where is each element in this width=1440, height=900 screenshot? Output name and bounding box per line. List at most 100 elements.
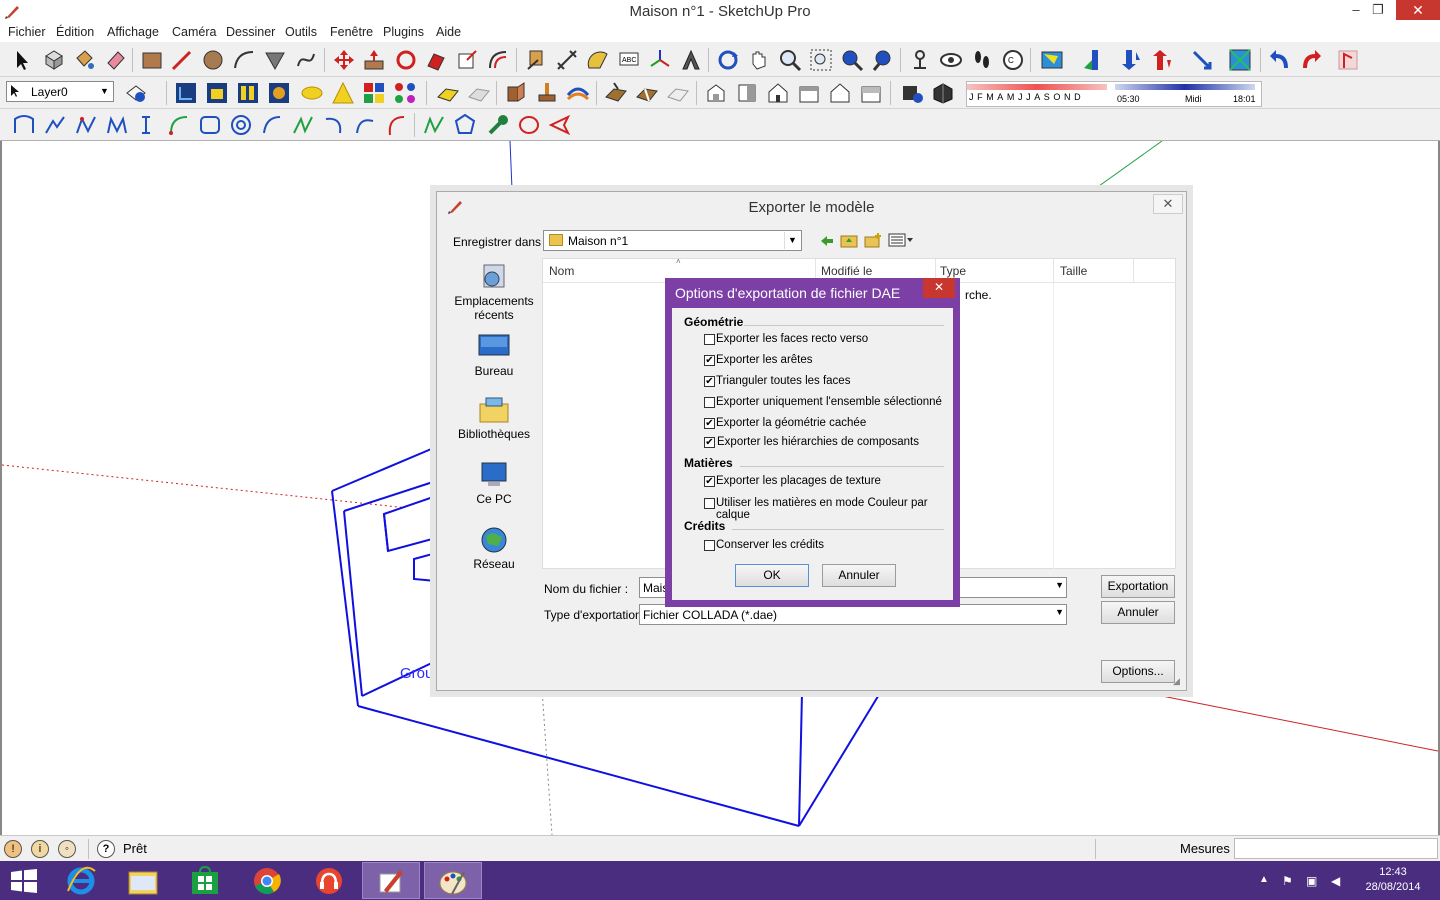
- arc-curve-icon[interactable]: [167, 113, 191, 137]
- share-component-icon[interactable]: [1190, 48, 1214, 72]
- new-folder-icon[interactable]: [864, 232, 882, 248]
- measures-input[interactable]: [1234, 838, 1438, 859]
- rectangle-tool-icon[interactable]: [140, 48, 164, 72]
- taskbar-ie[interactable]: [52, 862, 110, 899]
- push-pull-icon[interactable]: [362, 48, 386, 72]
- zoom-extents-icon[interactable]: [840, 48, 864, 72]
- polygon-curve-icon[interactable]: [453, 113, 477, 137]
- arrow-shape-icon[interactable]: [548, 113, 572, 137]
- checkbox-preserve-credits[interactable]: [704, 540, 715, 551]
- taskbar-store[interactable]: [176, 862, 234, 899]
- place-this-pc[interactable]: Ce PC: [449, 461, 539, 506]
- menu-edition[interactable]: Édition: [56, 25, 94, 39]
- menu-outils[interactable]: Outils: [285, 25, 317, 39]
- polyline-curve-icon[interactable]: [43, 113, 67, 137]
- ok-button[interactable]: OK: [735, 564, 809, 587]
- close-icon[interactable]: ✕: [1153, 194, 1183, 214]
- taskbar-paint[interactable]: [424, 862, 482, 899]
- arc-segment-icon[interactable]: [260, 113, 284, 137]
- taskbar-explorer[interactable]: [114, 862, 172, 899]
- resize-grip-icon[interactable]: ◢: [1173, 676, 1180, 687]
- 3d-text-icon[interactable]: [679, 48, 703, 72]
- add-detail-icon[interactable]: [604, 81, 628, 105]
- wrench-icon[interactable]: [486, 113, 510, 137]
- spline-curve-icon[interactable]: [74, 113, 98, 137]
- make-component-icon[interactable]: [42, 48, 66, 72]
- look-around-icon[interactable]: [939, 48, 963, 72]
- action-center-flag-icon[interactable]: ⚑: [1282, 874, 1293, 888]
- column-modified[interactable]: Modifié le: [821, 264, 872, 278]
- materials-icon[interactable]: [362, 81, 386, 105]
- follow-me-icon[interactable]: [424, 48, 448, 72]
- styles-xray-icon[interactable]: [174, 81, 198, 105]
- freehand-tool-icon[interactable]: [294, 48, 318, 72]
- shadows-icon[interactable]: [300, 81, 324, 105]
- checkbox-hidden-geometry[interactable]: ✔: [704, 418, 715, 429]
- place-libraries[interactable]: Bibliothèques: [449, 396, 539, 441]
- position-camera-icon[interactable]: [908, 48, 932, 72]
- checkbox-component-hierarchies[interactable]: ✔: [704, 437, 715, 448]
- get-models-icon[interactable]: [1120, 48, 1144, 72]
- scale-tool-icon[interactable]: [455, 48, 479, 72]
- section-plane-icon[interactable]: C: [1001, 48, 1025, 72]
- stamp-icon[interactable]: [535, 81, 559, 105]
- cancel-button[interactable]: Annuler: [1101, 601, 1175, 624]
- menu-camera[interactable]: Caméra: [172, 25, 216, 39]
- hook-curve-icon[interactable]: [322, 113, 346, 137]
- geo-location-icon[interactable]: !: [4, 840, 22, 858]
- sandbox-contours-icon[interactable]: [436, 81, 460, 105]
- move-tool-icon[interactable]: [332, 48, 356, 72]
- dimension-tool-icon[interactable]: [555, 48, 579, 72]
- network-tray-icon[interactable]: ▣: [1306, 874, 1317, 888]
- view-front-icon[interactable]: [766, 81, 790, 105]
- checkbox-double-sided[interactable]: [704, 334, 715, 345]
- previous-view-icon[interactable]: [871, 48, 895, 72]
- eraser-icon[interactable]: [104, 48, 128, 72]
- options-button[interactable]: Options...: [1101, 660, 1175, 683]
- taskbar-sketchup[interactable]: [362, 862, 420, 899]
- paint-bucket-icon[interactable]: [72, 48, 96, 72]
- restore-button[interactable]: ❐: [1364, 0, 1392, 20]
- flip-edge-alt-icon[interactable]: [666, 81, 690, 105]
- show-hidden-icons[interactable]: ▲: [1259, 874, 1269, 885]
- color-palette-icon[interactable]: [393, 81, 417, 105]
- select-tool-icon[interactable]: [10, 48, 34, 72]
- volume-icon[interactable]: ◀: [1331, 874, 1340, 888]
- windows-start-icon[interactable]: [10, 869, 38, 893]
- place-desktop[interactable]: Bureau: [449, 333, 539, 378]
- fog-icon[interactable]: [331, 81, 355, 105]
- view-iso-icon[interactable]: [704, 81, 728, 105]
- offset-tool-icon[interactable]: [486, 48, 510, 72]
- export-type-select[interactable]: Fichier COLLADA (*.dae) ▼: [639, 604, 1067, 625]
- checkbox-texture-maps[interactable]: ✔: [704, 476, 715, 487]
- column-name[interactable]: Nom: [549, 264, 574, 278]
- model-info-icon[interactable]: [1336, 48, 1360, 72]
- place-network[interactable]: Réseau: [449, 526, 539, 571]
- shadow-time-slider[interactable]: JFMAMJJASOND 05:30 Midi 18:01: [966, 81, 1262, 107]
- cubic-curve-icon[interactable]: [105, 113, 129, 137]
- rounded-rect-icon[interactable]: [198, 113, 222, 137]
- arc-tool-icon[interactable]: [232, 48, 256, 72]
- flip-edge-icon[interactable]: [635, 81, 659, 105]
- protractor-icon[interactable]: [586, 48, 610, 72]
- view-right-icon[interactable]: [797, 81, 821, 105]
- dae-cancel-button[interactable]: Annuler: [822, 564, 896, 587]
- menu-affichage[interactable]: Affichage: [107, 25, 159, 39]
- polygon-tool-icon[interactable]: [263, 48, 287, 72]
- share-model-icon[interactable]: [1151, 48, 1175, 72]
- sandbox-scratch-icon[interactable]: [467, 81, 491, 105]
- menu-plugins[interactable]: Plugins: [383, 25, 424, 39]
- view-top-icon[interactable]: [735, 81, 759, 105]
- up-folder-icon[interactable]: [840, 232, 858, 248]
- layer-manager-icon[interactable]: [124, 81, 148, 105]
- zoom-icon[interactable]: [778, 48, 802, 72]
- view-back-icon[interactable]: [828, 81, 852, 105]
- google-earth-snapshot-icon[interactable]: [1040, 48, 1064, 72]
- checkbox-triangulate[interactable]: ✔: [704, 376, 715, 387]
- view-menu-icon[interactable]: [888, 232, 914, 248]
- checkbox-selection-only[interactable]: [704, 397, 715, 408]
- checkbox-color-by-layer[interactable]: [704, 498, 715, 509]
- text-tool-icon[interactable]: ABC: [617, 48, 641, 72]
- layer-select[interactable]: Layer0 ▼: [6, 81, 114, 102]
- redo-icon[interactable]: [1299, 48, 1323, 72]
